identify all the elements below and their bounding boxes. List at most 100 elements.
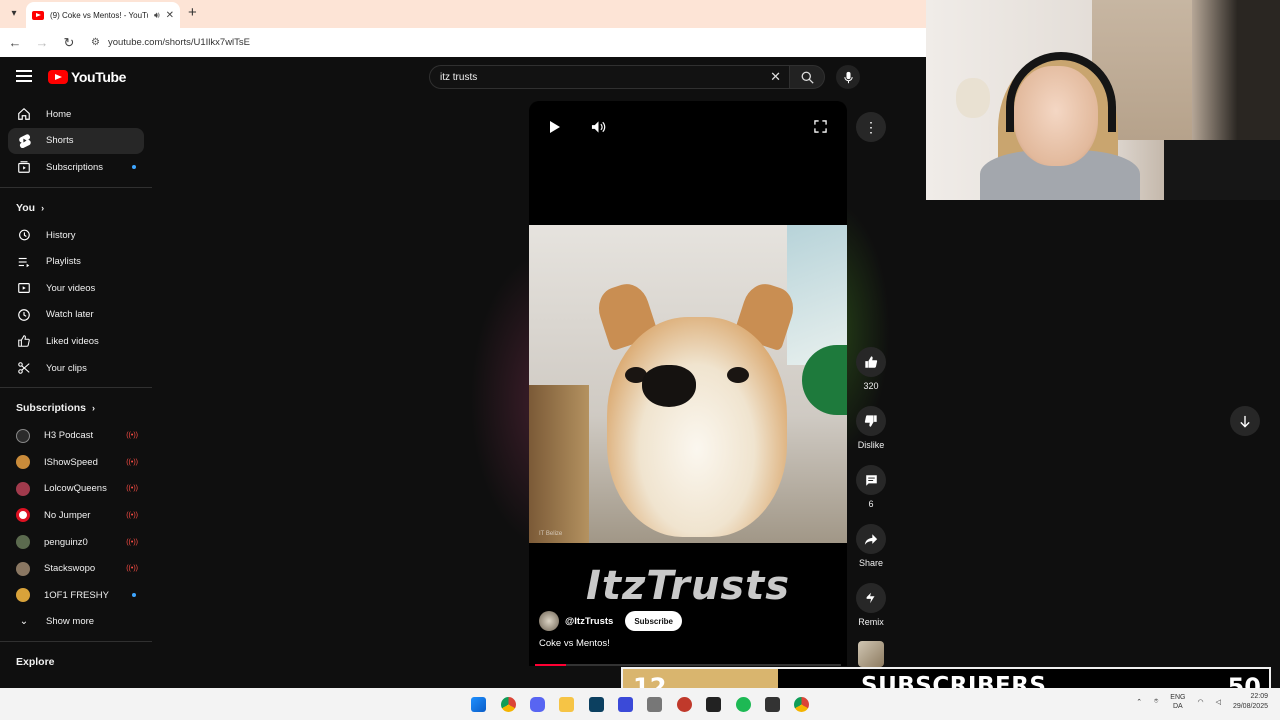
channel-label: penguinz0 <box>44 536 88 548</box>
fullscreen-icon[interactable] <box>814 120 827 138</box>
thumbs-up-icon <box>16 333 32 349</box>
channel-handle[interactable]: @ItzTrusts <box>565 616 613 627</box>
new-tab-icon[interactable]: + <box>188 5 197 21</box>
video-frame[interactable]: IT Belize <box>529 225 847 543</box>
share-button[interactable]: Share <box>851 524 891 568</box>
chrome-icon[interactable] <box>501 697 516 712</box>
chevron-right-icon: › <box>92 403 96 414</box>
sidebar: Home Shorts Subscriptions You › History … <box>0 101 152 691</box>
you-section-heading[interactable]: You › <box>0 194 152 222</box>
sidebar-item-your-clips[interactable]: Your clips <box>8 355 144 382</box>
system-tray: ⌃ ⌾ ENG DA ◠ ◁ 22:09 29/08/2025 <box>1136 692 1268 712</box>
channel-avatar <box>16 428 30 443</box>
shorts-player[interactable]: IT Belize ItzTrusts @ItzTrusts Subscribe… <box>529 101 847 666</box>
sidebar-item-your-videos[interactable]: Your videos <box>8 275 144 302</box>
play-icon[interactable] <box>549 120 561 139</box>
sidebar-channel-lolcowqueens[interactable]: LolcowQueens ((•)) <box>8 476 144 503</box>
menu-icon[interactable] <box>16 70 32 82</box>
channel-avatar <box>16 508 30 523</box>
sidebar-channel-h3-podcast[interactable]: H3 Podcast ((•)) <box>8 422 144 449</box>
comment-count: 6 <box>868 499 874 509</box>
subscriptions-heading-text: Subscriptions <box>16 402 87 415</box>
volume-icon[interactable] <box>591 120 606 139</box>
subscriptions-section-heading[interactable]: Subscriptions › <box>0 394 152 422</box>
sidebar-channel-stackswopo[interactable]: Stackswopo ((•)) <box>8 555 144 582</box>
live-icon: ((•)) <box>126 565 138 573</box>
close-tab-icon[interactable]: ✕ <box>166 10 174 21</box>
sidebar-channel-no-jumper[interactable]: No Jumper ((•)) <box>8 502 144 529</box>
chrome-icon[interactable] <box>794 697 809 712</box>
search-icon <box>801 71 814 84</box>
channel-info: @ItzTrusts Subscribe <box>539 611 683 631</box>
sidebar-item-liked-videos[interactable]: Liked videos <box>8 328 144 355</box>
sidebar-channel-1of1-freshy[interactable]: 1OF1 FRESHY <box>8 582 144 609</box>
discord-icon[interactable] <box>530 697 545 712</box>
logo-text: YouTube <box>71 69 127 85</box>
sidebar-item-history[interactable]: History <box>8 222 144 249</box>
explore-section-heading: Explore <box>0 648 152 676</box>
chevron-down-icon: ⌄ <box>19 616 29 628</box>
app-icon[interactable] <box>618 697 633 712</box>
chevron-up-icon[interactable]: ⌃ <box>1136 698 1142 706</box>
next-short-button[interactable] <box>1230 406 1260 436</box>
sound-thumbnail[interactable] <box>858 641 884 667</box>
sidebar-item-playlists[interactable]: Playlists <box>8 248 144 275</box>
windows-start-icon[interactable] <box>471 697 486 712</box>
thumbs-up-icon <box>856 347 886 377</box>
back-icon[interactable]: ← <box>3 31 27 55</box>
channel-avatar[interactable] <box>539 611 559 631</box>
show-more-button[interactable]: ⌄ Show more <box>8 609 144 636</box>
app-icon[interactable] <box>706 697 721 712</box>
home-icon <box>16 106 32 122</box>
sidebar-item-home[interactable]: Home <box>8 101 144 128</box>
browser-tab[interactable]: (9) Coke vs Mentos! - YouTube 🔊︎ ✕ <box>26 2 180 28</box>
youtube-header: YouTube itz trusts ✕ <box>0 57 926 97</box>
forward-icon[interactable]: → <box>30 31 54 55</box>
clock[interactable]: 22:09 29/08/2025 <box>1233 692 1268 712</box>
sidebar-divider <box>0 186 152 188</box>
sidebar-item-subscriptions[interactable]: Subscriptions <box>8 154 144 181</box>
sidebar-item-label: Your clips <box>46 362 87 374</box>
video-editor-icon[interactable] <box>589 697 604 712</box>
sidebar-channel-ishowspeed[interactable]: IShowSpeed ((•)) <box>8 449 144 476</box>
video-title[interactable]: Coke vs Mentos! <box>539 638 610 649</box>
wifi-icon[interactable]: ◠ <box>1197 698 1203 706</box>
you-heading-text: You <box>16 201 36 214</box>
app-icon[interactable] <box>765 697 780 712</box>
channel-label: IShowSpeed <box>44 456 98 468</box>
network-icon[interactable]: ⌾ <box>1154 698 1158 706</box>
remix-icon <box>856 583 886 613</box>
speaker-icon[interactable]: 🔊︎ <box>154 10 160 21</box>
app-icon[interactable] <box>647 697 662 712</box>
sidebar-item-watch-later[interactable]: Watch later <box>8 302 144 329</box>
subscribe-button[interactable]: Subscribe <box>625 611 683 631</box>
language-indicator[interactable]: ENG DA <box>1170 693 1185 711</box>
like-button[interactable]: 320 <box>851 347 891 391</box>
remix-button[interactable]: Remix <box>851 583 891 627</box>
dislike-button[interactable]: Dislike <box>851 406 891 450</box>
app-icon[interactable] <box>677 697 692 712</box>
subscriptions-icon <box>16 159 32 175</box>
search-button[interactable] <box>789 65 825 89</box>
tab-search-icon[interactable]: ▾ <box>6 6 22 22</box>
spotify-icon[interactable] <box>736 697 751 712</box>
video-window <box>787 225 847 365</box>
live-icon: ((•)) <box>126 458 138 466</box>
address-bar[interactable]: ⚙ youtube.com/shorts/U1Ilkx7wlTsE <box>87 32 917 54</box>
more-options-button[interactable]: ⋮ <box>856 112 886 142</box>
voice-search-button[interactable] <box>836 65 860 89</box>
playlists-icon <box>16 254 32 270</box>
file-explorer-icon[interactable] <box>559 697 574 712</box>
speaker-icon[interactable]: ◁ <box>1216 698 1221 706</box>
search-input[interactable]: itz trusts ✕ <box>429 65 789 89</box>
youtube-logo[interactable]: YouTube <box>48 69 126 85</box>
sidebar-channel-penguinz0[interactable]: penguinz0 ((•)) <box>8 529 144 556</box>
sidebar-item-shorts[interactable]: Shorts <box>8 127 144 155</box>
reload-icon[interactable]: ↻ <box>57 31 81 55</box>
comments-button[interactable]: 6 <box>851 465 891 509</box>
clear-search-icon[interactable]: ✕ <box>770 69 781 85</box>
channel-avatar <box>16 588 30 603</box>
progress-bar[interactable] <box>535 664 841 666</box>
channel-label: H3 Podcast <box>44 430 94 442</box>
site-info-icon[interactable]: ⚙ <box>91 37 100 48</box>
